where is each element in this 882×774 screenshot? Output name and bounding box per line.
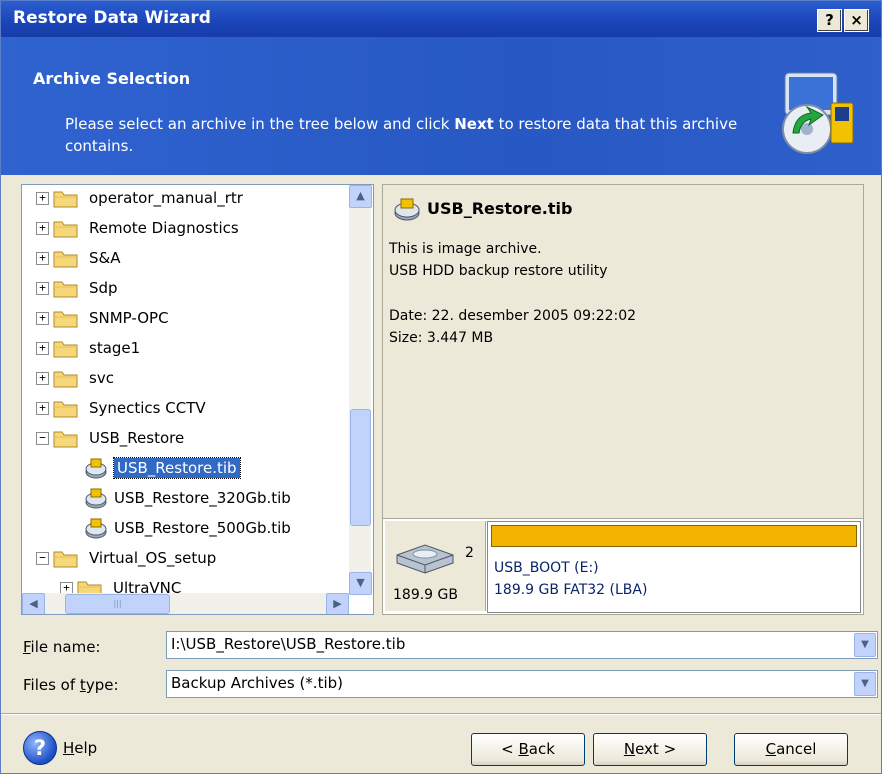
expand-icon[interactable]: + [36, 251, 49, 265]
archive-file-icon [394, 198, 420, 221]
file-type-value[interactable]: Backup Archives (*.tib) [171, 674, 343, 692]
disk-size: 189.9 GB [393, 587, 458, 603]
tree-item-label[interactable]: USB_Restore_320Gb.tib [114, 489, 291, 507]
tree-folder-item[interactable]: + svc [36, 363, 114, 393]
tree-item-label[interactable]: Sdp [89, 279, 118, 297]
tree-horizontal-scrollbar[interactable]: ◀ ||| ▶ [22, 593, 349, 614]
tree-folder-item[interactable]: + Synectics CCTV [36, 393, 206, 423]
horizontal-scroll-thumb[interactable]: ||| [65, 594, 170, 614]
folder-icon [53, 548, 79, 568]
partition-name: USB_BOOT (E:) [494, 560, 599, 576]
tree-file-item[interactable]: USB_Restore.tib [84, 453, 241, 483]
archive-size: Size: 3.447 MB [389, 330, 494, 346]
archive-type: This is image archive. [389, 241, 542, 257]
tree-item-label[interactable]: USB_Restore_500Gb.tib [114, 519, 291, 537]
chevron-down-icon[interactable]: ▼ [854, 672, 876, 696]
tree-folder-item[interactable]: + S&A [36, 243, 120, 273]
file-name-combobox[interactable]: I:\USB_Restore\USB_Restore.tib ▼ [166, 631, 878, 659]
expand-icon[interactable]: + [36, 191, 49, 205]
tree-item-label[interactable]: operator_manual_rtr [89, 189, 243, 207]
file-type-label: Files of type: [23, 676, 119, 694]
restore-wizard-window: Restore Data Wizard ? × Archive Selectio… [0, 0, 882, 774]
archive-file-icon [84, 457, 108, 479]
tree-item-label[interactable]: Virtual_OS_setup [89, 549, 216, 567]
collapse-icon[interactable]: − [36, 431, 49, 445]
vertical-scroll-thumb[interactable] [350, 409, 371, 526]
folder-icon [53, 398, 79, 418]
file-type-combobox[interactable]: Backup Archives (*.tib) ▼ [166, 670, 878, 698]
expand-icon[interactable]: + [36, 221, 49, 235]
archive-date: Date: 22. desember 2005 09:22:02 [389, 308, 637, 324]
scroll-up-button[interactable]: ▲ [349, 185, 372, 208]
tree-item-label[interactable]: stage1 [89, 339, 140, 357]
folder-icon [53, 218, 79, 238]
expand-icon[interactable]: + [36, 401, 49, 415]
folder-icon [53, 338, 79, 358]
partition-usb-boot[interactable]: USB_BOOT (E:) 189.9 GB FAT32 (LBA) [487, 521, 861, 613]
archive-info-panel: USB_Restore.tib This is image archive. U… [382, 184, 864, 520]
expand-icon[interactable]: + [36, 371, 49, 385]
expand-icon[interactable]: + [36, 341, 49, 355]
hard-disk-icon [396, 544, 454, 574]
next-keyword: Next [454, 115, 494, 133]
tree-item-label[interactable]: USB_Restore.tib [113, 457, 241, 479]
page-title: Archive Selection [33, 69, 191, 88]
tree-item-label[interactable]: SNMP-OPC [89, 309, 169, 327]
tree-item-label[interactable]: Synectics CCTV [89, 399, 206, 417]
tree-folder-item[interactable]: + Sdp [36, 273, 118, 303]
footer-divider [1, 713, 881, 715]
tree-folder-item[interactable]: + Remote Diagnostics [36, 213, 239, 243]
tree-file-item[interactable]: USB_Restore_500Gb.tib [84, 513, 291, 543]
page-description: Please select an archive in the tree bel… [65, 115, 738, 155]
tree-item-label[interactable]: S&A [89, 249, 120, 267]
tree-vertical-scrollbar[interactable]: ▲ ▼ [349, 185, 372, 595]
tree-item-label[interactable]: USB_Restore [89, 429, 184, 447]
window-title: Restore Data Wizard [13, 8, 211, 28]
partition-details: 189.9 GB FAT32 (LBA) [494, 582, 648, 598]
collapse-icon[interactable]: − [36, 551, 49, 565]
wizard-header: Archive Selection Please select an archi… [1, 37, 881, 175]
partition-usage-bar [491, 525, 857, 547]
archive-comment: USB HDD backup restore utility [389, 263, 608, 279]
folder-icon [53, 308, 79, 328]
file-name-value[interactable]: I:\USB_Restore\USB_Restore.tib [171, 635, 405, 653]
wizard-restore-icon [782, 72, 854, 154]
tree-folder-item[interactable]: − USB_Restore [36, 423, 184, 453]
disk-number: 2 [465, 545, 474, 561]
scroll-right-button[interactable]: ▶ [326, 593, 349, 614]
help-button[interactable]: ? Help [23, 731, 97, 765]
title-bar: Restore Data Wizard ? × [1, 1, 881, 37]
file-name-label: File name: [23, 638, 101, 656]
help-icon: ? [23, 731, 57, 765]
expand-icon[interactable]: + [36, 281, 49, 295]
folder-icon [53, 368, 79, 388]
disk-summary: 2 189.9 GB [385, 521, 486, 611]
disk-map: 2 189.9 GB USB_BOOT (E:) 189.9 GB FAT32 … [382, 518, 864, 615]
tree-item-label[interactable]: Remote Diagnostics [89, 219, 239, 237]
folder-icon [53, 278, 79, 298]
tree-folder-item[interactable]: + SNMP-OPC [36, 303, 169, 333]
tree-file-item[interactable]: USB_Restore_320Gb.tib [84, 483, 291, 513]
expand-icon[interactable]: + [36, 311, 49, 325]
help-title-button[interactable]: ? [817, 9, 842, 32]
tree-item-label[interactable]: svc [89, 369, 114, 387]
archive-file-icon [84, 487, 108, 509]
archive-name: USB_Restore.tib [427, 199, 573, 218]
folder-icon [53, 188, 79, 208]
tree-folder-item[interactable]: + operator_manual_rtr [36, 185, 243, 213]
tree-folder-item[interactable]: + stage1 [36, 333, 140, 363]
tree-folder-item[interactable]: − Virtual_OS_setup [36, 543, 216, 573]
close-button[interactable]: × [844, 9, 869, 32]
chevron-down-icon[interactable]: ▼ [854, 633, 876, 657]
archive-tree[interactable]: + operator_manual_rtr + Remote Diagnostics +… [21, 184, 374, 615]
folder-icon [53, 428, 79, 448]
scroll-down-button[interactable]: ▼ [349, 572, 372, 595]
cancel-button[interactable]: Cancel [734, 733, 848, 766]
back-button[interactable]: < Back [471, 733, 585, 766]
archive-file-icon [84, 517, 108, 539]
next-button[interactable]: Next > [593, 733, 707, 766]
help-label: Help [63, 739, 98, 757]
scroll-left-button[interactable]: ◀ [22, 593, 45, 614]
folder-icon [53, 248, 79, 268]
